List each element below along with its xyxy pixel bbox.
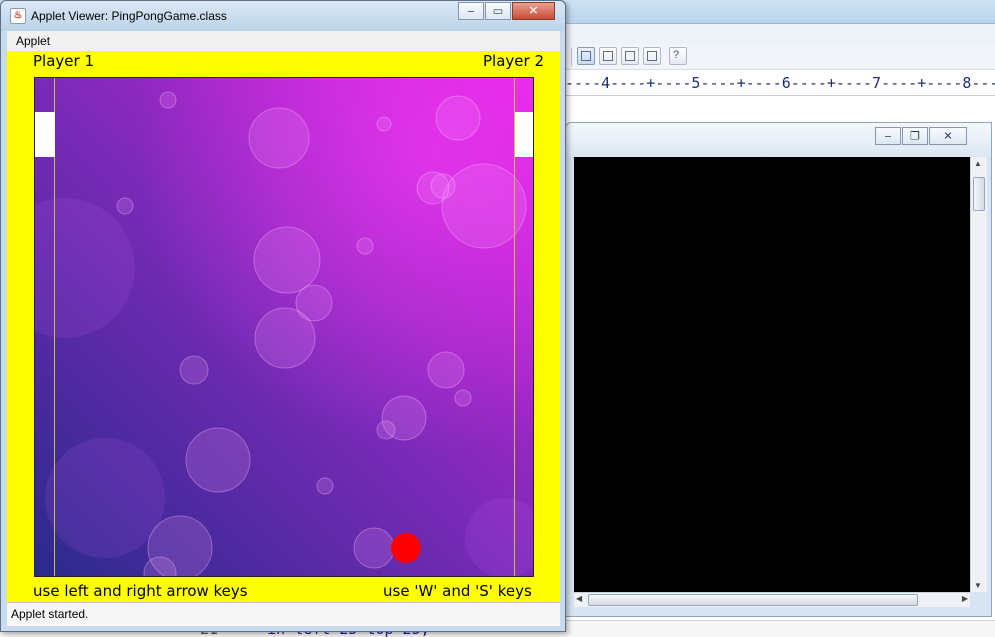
menu-applet[interactable]: Applet <box>16 34 50 48</box>
scroll-right-arrow-icon[interactable]: ▶ <box>962 594 968 603</box>
minimize-icon: ‒ <box>467 4 475 18</box>
scroll-up-arrow-icon[interactable]: ▲ <box>974 159 982 168</box>
export-icon <box>647 51 657 61</box>
player2-paddle <box>515 112 533 157</box>
applet-titlebar[interactable]: ♨ Applet Viewer: PingPongGame.class ‒ ▭ … <box>1 1 565 31</box>
horizontal-scroll-thumb[interactable] <box>588 594 918 606</box>
console-window: ‒ ❐ ✕ ▲ ▼ ◀ ▶ <box>565 122 992 617</box>
close-icon: ✕ <box>528 3 539 18</box>
help-icon: ? <box>673 49 680 61</box>
console-titlebar[interactable]: ‒ ❐ ✕ <box>566 123 991 157</box>
player1-paddle <box>35 112 55 157</box>
applet-window-controls: ‒ ▭ ✕ <box>458 2 555 20</box>
applet-viewer-window: ♨ Applet Viewer: PingPongGame.class ‒ ▭ … <box>0 0 566 632</box>
maximize-icon: ▭ <box>492 4 504 18</box>
player2-controls-hint: use 'W' and 'S' keys <box>383 582 532 600</box>
toolbar-separator <box>571 48 572 66</box>
applet-canvas[interactable]: Player 1 Player 2 use left and right arr… <box>7 51 560 602</box>
status-bar: Applet started. <box>7 602 560 626</box>
console-window-controls: ‒ ❐ ✕ <box>875 127 967 145</box>
notes-view-button[interactable] <box>621 47 639 65</box>
console-restore-button[interactable]: ❐ <box>902 127 928 145</box>
ruler: ----4----+----5----+----6----+----7----+… <box>565 70 995 96</box>
console-vertical-scrollbar[interactable]: ▲ ▼ <box>970 157 987 592</box>
player1-label: Player 1 <box>33 52 94 70</box>
console-horizontal-scrollbar[interactable]: ◀ ▶ <box>574 592 970 607</box>
ball <box>391 533 421 563</box>
page-view-icon <box>581 51 591 61</box>
game-area[interactable] <box>34 77 534 577</box>
outline-view-icon <box>603 51 613 61</box>
player2-label: Player 2 <box>483 52 544 70</box>
export-button[interactable] <box>643 47 661 65</box>
applet-menubar: Applet <box>7 31 560 51</box>
close-icon: ✕ <box>943 129 953 143</box>
minimize-button[interactable]: ‒ <box>458 2 484 20</box>
restore-icon: ❐ <box>910 129 920 143</box>
close-button[interactable]: ✕ <box>512 2 555 20</box>
outline-view-button[interactable] <box>599 47 617 65</box>
scroll-left-arrow-icon[interactable]: ◀ <box>576 594 582 603</box>
page-view-button[interactable] <box>577 47 595 65</box>
ide-toolbar: ? <box>565 44 995 70</box>
bokeh-background <box>35 78 533 576</box>
console-minimize-button[interactable]: ‒ <box>875 127 901 145</box>
notes-view-icon <box>625 51 635 61</box>
minimize-icon: ‒ <box>884 129 892 143</box>
console-close-button[interactable]: ✕ <box>929 127 967 145</box>
player1-controls-hint: use left and right arrow keys <box>33 582 248 600</box>
console-output[interactable] <box>574 157 970 592</box>
scroll-down-arrow-icon[interactable]: ▼ <box>974 581 982 590</box>
window-title: Applet Viewer: PingPongGame.class <box>31 9 227 23</box>
maximize-button[interactable]: ▭ <box>485 2 511 20</box>
help-button[interactable]: ? <box>669 47 687 65</box>
vertical-scroll-thumb[interactable] <box>973 177 985 211</box>
java-icon: ♨ <box>10 8 26 24</box>
